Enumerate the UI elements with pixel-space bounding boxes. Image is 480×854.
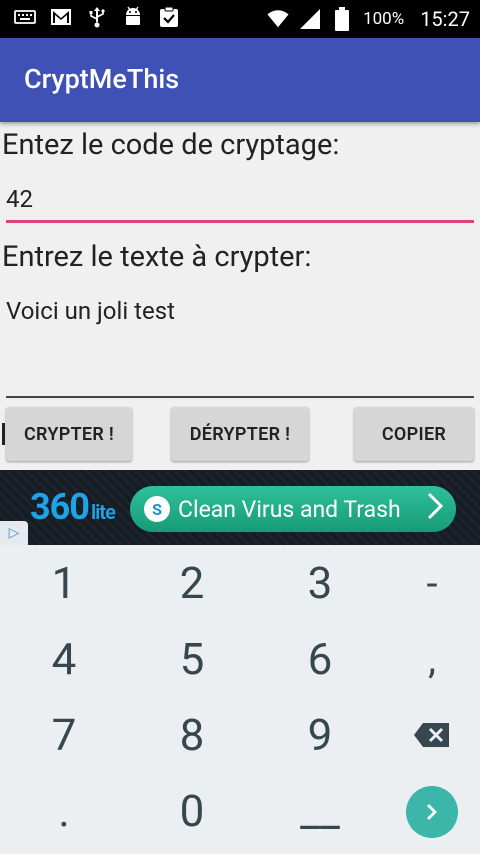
ad-cta-label: Clean Virus and Trash [178,495,401,523]
decrypt-button[interactable]: DÉRYPTER ! [171,407,309,461]
key-minus[interactable]: - [372,545,480,621]
clock: 15:27 [420,7,470,31]
key-1[interactable]: 1 [4,545,124,621]
clipboard-check-icon [158,6,180,28]
key-comma[interactable]: , [372,621,480,697]
text-input[interactable]: Voici un joli test [6,297,474,395]
ad-cta-button[interactable]: S Clean Virus and Trash [130,486,456,532]
key-7[interactable]: 7 [4,697,124,773]
key-3[interactable]: 3 [260,545,380,621]
key-0[interactable]: 0 [132,773,252,849]
notification-icons [14,6,180,28]
android-icon [122,6,144,28]
key-9[interactable]: 9 [260,697,380,773]
code-input[interactable]: 42 [6,185,474,213]
status-bar: 100% 15:27 [0,0,480,38]
text-cursor [2,423,5,445]
text-input-underline [6,396,474,398]
app-bar: CryptMeThis [0,38,480,122]
backspace-key[interactable] [372,697,480,773]
signal-icon [299,8,321,30]
chevron-right-icon [427,804,437,820]
copy-button[interactable]: COPIER [354,407,474,461]
ad-banner[interactable]: 360 lite S Clean Virus and Trash ▷ [0,470,480,545]
enter-key[interactable] [406,786,458,838]
gmail-icon [50,6,72,28]
key-period[interactable]: . [4,773,124,849]
usb-icon [86,6,108,28]
system-status: 100% 15:27 [267,0,470,38]
crypt-button[interactable]: CRYPTER ! [6,407,132,461]
key-8[interactable]: 8 [132,697,252,773]
backspace-icon [414,723,449,747]
key-4[interactable]: 4 [4,621,124,697]
code-label: Entez le code de cryptage: [2,128,340,162]
key-space[interactable]: __ [260,773,380,849]
key-2[interactable]: 2 [132,545,252,621]
battery-percent: 100% [363,9,405,29]
ad-logo: 360 lite [30,486,116,528]
chevron-right-icon [426,492,444,526]
wifi-icon [267,8,289,30]
ad-choices-icon[interactable]: ▷ [0,521,28,545]
code-input-underline [6,220,474,223]
keyboard-icon [14,6,36,28]
shield-icon: S [144,496,170,522]
text-label: Entrez le texte à crypter: [2,240,312,274]
key-6[interactable]: 6 [260,621,380,697]
battery-icon [331,7,353,31]
key-5[interactable]: 5 [132,621,252,697]
app-title: CryptMeThis [24,63,180,95]
